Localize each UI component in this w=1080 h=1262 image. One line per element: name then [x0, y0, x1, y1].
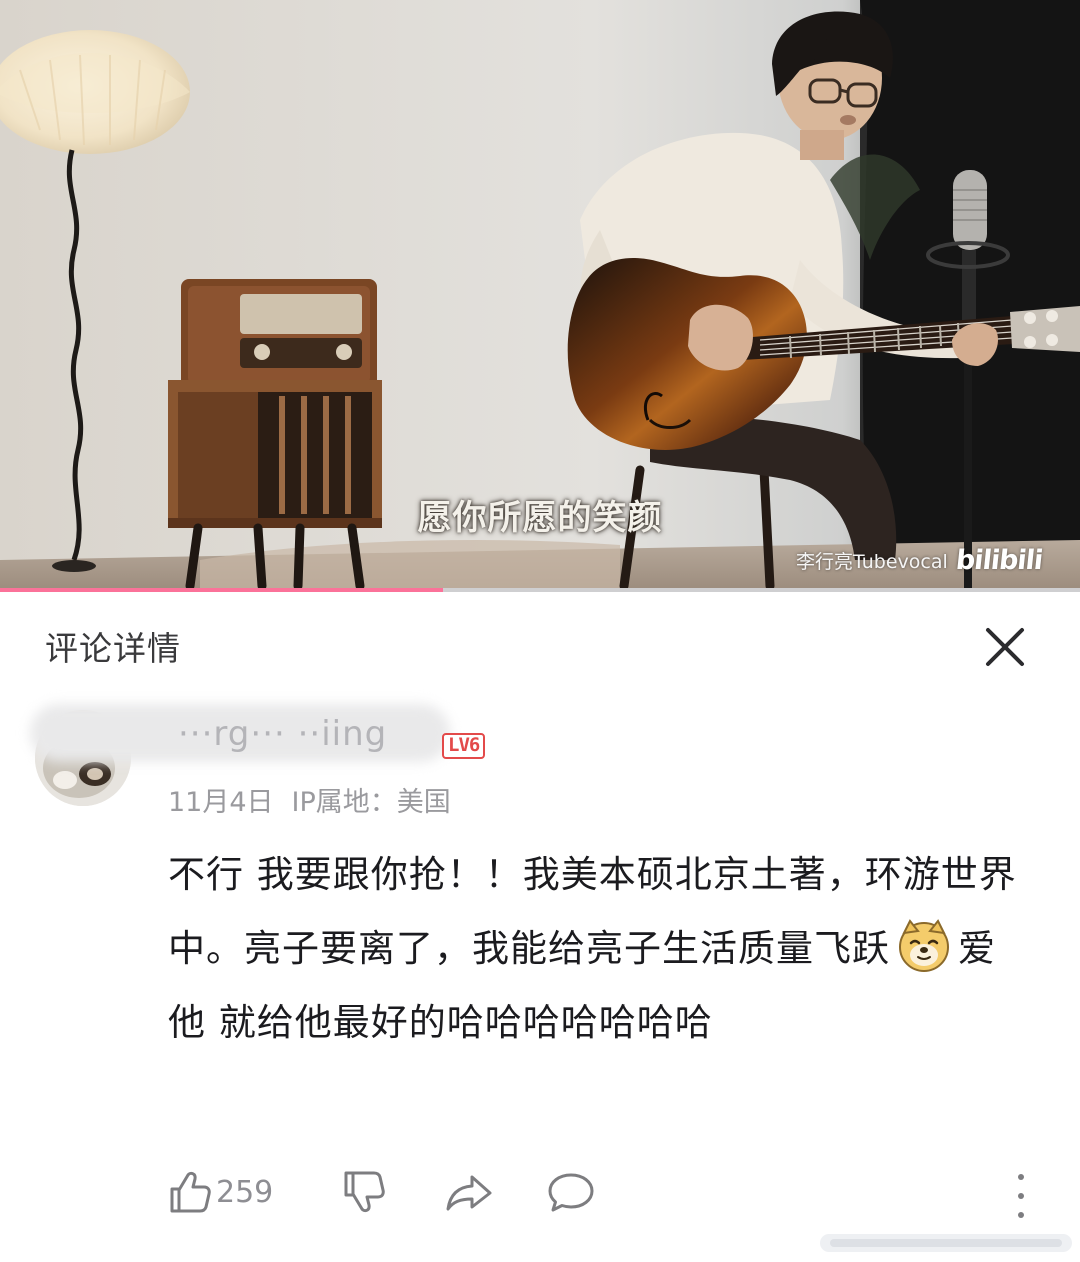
comment-text-part-1: 不行 我要跟你抢！！我美本硕北京土著，环游世界中。亮子要离了，我能给亮子生活质量… [168, 853, 1017, 970]
comment-date: 11月4日 [168, 787, 274, 818]
thumbs-down-icon [344, 1171, 385, 1213]
doge-emoji [896, 917, 952, 973]
comment-meta: 11月4日 IP属地：美国 [168, 780, 451, 819]
comment-bubble-icon [548, 1173, 594, 1212]
username[interactable]: ···rg··· ··iing [178, 714, 387, 754]
video-player[interactable]: 愿你所愿的笑颜 李行亮Tubevocal bilibili [0, 0, 1080, 592]
home-indicator [820, 1234, 1072, 1252]
panel-header: 评论详情 [0, 592, 1080, 692]
thumbs-up-icon [170, 1171, 211, 1213]
close-button[interactable] [978, 620, 1032, 674]
level-badge: LV6 [442, 733, 486, 759]
video-watermark: 李行亮Tubevocal bilibili [796, 540, 1044, 580]
panel-title: 评论详情 [45, 629, 181, 668]
comment-text: 不行 我要跟你抢！！我美本硕北京土著，环游世界中。亮子要离了，我能给亮子生活质量… [168, 838, 1028, 1060]
share-button[interactable] [444, 1162, 494, 1222]
close-icon [986, 628, 1024, 666]
like-button[interactable]: 259 [166, 1162, 273, 1222]
bilibili-logo: bilibili [954, 544, 1044, 576]
video-subtitle: 愿你所愿的笑颜 [417, 498, 663, 538]
author-watermark: 李行亮Tubevocal [796, 550, 948, 573]
more-options-button[interactable] [1006, 1174, 1036, 1218]
share-icon [446, 1175, 492, 1211]
dislike-button[interactable] [340, 1162, 386, 1222]
like-count: 259 [216, 1174, 274, 1210]
more-vertical-icon [1018, 1174, 1024, 1218]
comment-actions: 259 [0, 1162, 1080, 1222]
ip-location: IP属地：美国 [291, 787, 451, 818]
reply-button[interactable] [546, 1162, 596, 1222]
comment-detail-panel: 评论详情 ···rg··· ··iing LV6 11月4日 IP属地：美国 不… [0, 592, 1080, 1262]
